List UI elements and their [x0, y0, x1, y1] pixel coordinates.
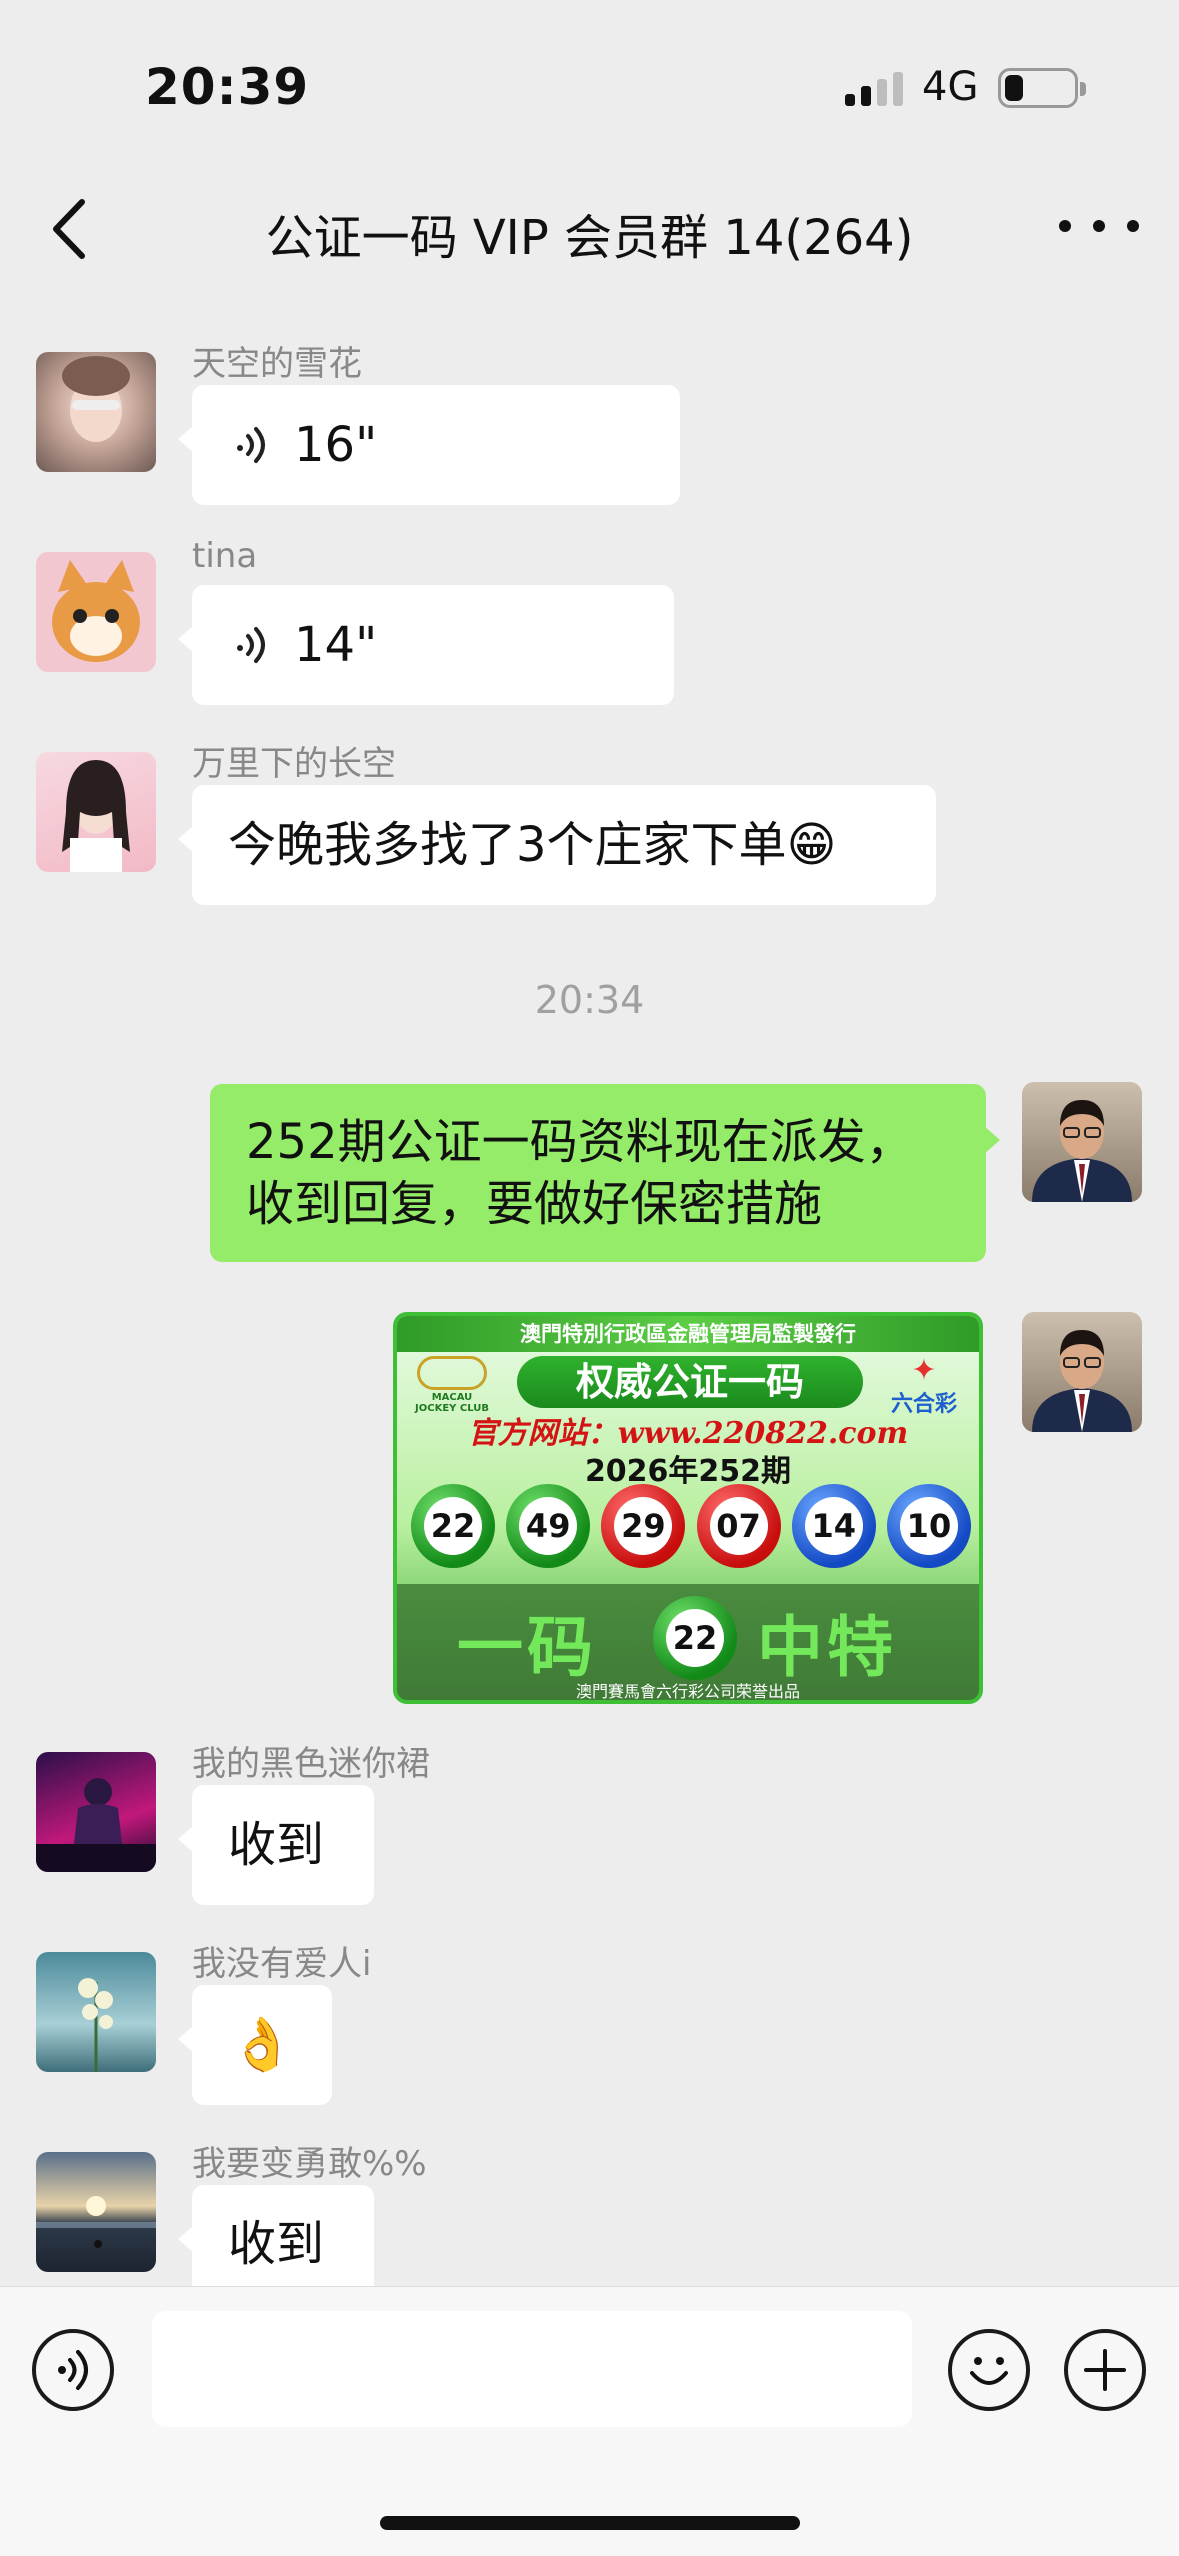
signal-icon	[845, 72, 905, 106]
network-label: 4G	[922, 64, 979, 110]
sender-name: 我没有爱人i	[192, 1944, 372, 1984]
home-indicator[interactable]	[380, 2516, 800, 2530]
message-text-line: 252期公证一码资料现在派发，	[246, 1114, 914, 1170]
lottery-title: 权威公证一码	[517, 1356, 863, 1408]
lottery-bottom-left: 一码	[457, 1608, 597, 1686]
sender-name: 我要变勇敢%%	[192, 2144, 427, 2184]
message-text-line: 收到回复，要做好保密措施	[246, 1176, 823, 1232]
message-text: 收到	[228, 2216, 325, 2272]
sender-name: 我的黑色迷你裙	[192, 1744, 430, 1784]
time-divider: 20:34	[534, 978, 645, 1022]
lottery-ball: 07	[696, 1484, 781, 1568]
battery-icon	[998, 68, 1086, 108]
avatar[interactable]	[36, 1952, 156, 2072]
status-bar: 20:39 4G	[0, 0, 1179, 170]
voice-message-bubble[interactable]: 14"	[178, 585, 674, 705]
special-ball: 22	[653, 1596, 737, 1680]
avatar[interactable]	[36, 1752, 156, 1872]
lottery-image-message[interactable]: 澳門特別行政區金融管理局監製發行 MACAU JOCKEY CLUB 权威公证一…	[393, 1312, 983, 1704]
emoji-icon[interactable]	[948, 2329, 1030, 2411]
back-arrow-icon[interactable]	[42, 194, 102, 264]
lottery-ball: 10	[886, 1484, 971, 1568]
message-text: 收到	[228, 1817, 325, 1873]
avatar[interactable]	[36, 2152, 156, 2272]
message-input[interactable]	[152, 2311, 912, 2427]
voice-wave-icon	[237, 427, 265, 463]
avatar[interactable]	[36, 352, 156, 472]
more-icon[interactable]	[1059, 196, 1139, 256]
lottery-balls: 22 49 29 07 14 10	[411, 1484, 971, 1574]
status-time: 20:39	[145, 58, 310, 116]
avatar[interactable]	[36, 552, 156, 672]
voice-duration: 14"	[294, 617, 378, 673]
voice-input-icon[interactable]	[32, 2329, 114, 2411]
text-message-bubble[interactable]: 收到	[178, 2185, 374, 2286]
text-message-bubble[interactable]: 收到	[178, 1785, 374, 1905]
avatar[interactable]	[1022, 1082, 1142, 1202]
message-text: 今晚我多找了3个庄家下单😁	[228, 817, 837, 873]
lottery-header: 澳門特別行政區金融管理局監製發行	[397, 1316, 979, 1352]
voice-wave-icon	[237, 627, 265, 663]
plus-icon[interactable]	[1064, 2329, 1146, 2411]
chat-header: 公证一码 VIP 会员群 14(264)	[0, 170, 1179, 285]
avatar[interactable]	[1022, 1312, 1142, 1432]
sender-name: 万里下的长空	[192, 744, 396, 784]
lottery-ball: 14	[791, 1484, 876, 1568]
lottery-bottom-right: 中特	[757, 1608, 897, 1686]
text-message-bubble[interactable]: 252期公证一码资料现在派发， 收到回复，要做好保密措施	[210, 1084, 1000, 1262]
lottery-ball: 22	[411, 1484, 495, 1568]
avatar[interactable]	[36, 752, 156, 872]
lottery-ball: 49	[506, 1484, 591, 1568]
voice-duration: 16"	[294, 417, 378, 473]
message-emoji: 👌	[229, 2015, 295, 2075]
emoji-message-bubble[interactable]: 👌	[178, 1985, 332, 2105]
chat-title: 公证一码 VIP 会员群 14(264)	[265, 210, 914, 266]
lottery-ball: 29	[601, 1484, 686, 1568]
sender-name: tina	[192, 536, 258, 576]
voice-message-bubble[interactable]: 16"	[178, 385, 680, 505]
sender-name: 天空的雪花	[192, 344, 362, 384]
text-message-bubble[interactable]: 今晚我多找了3个庄家下单😁	[178, 785, 936, 905]
lottery-footer: 澳門賽馬會六行彩公司荣誉出品	[575, 1682, 800, 1701]
